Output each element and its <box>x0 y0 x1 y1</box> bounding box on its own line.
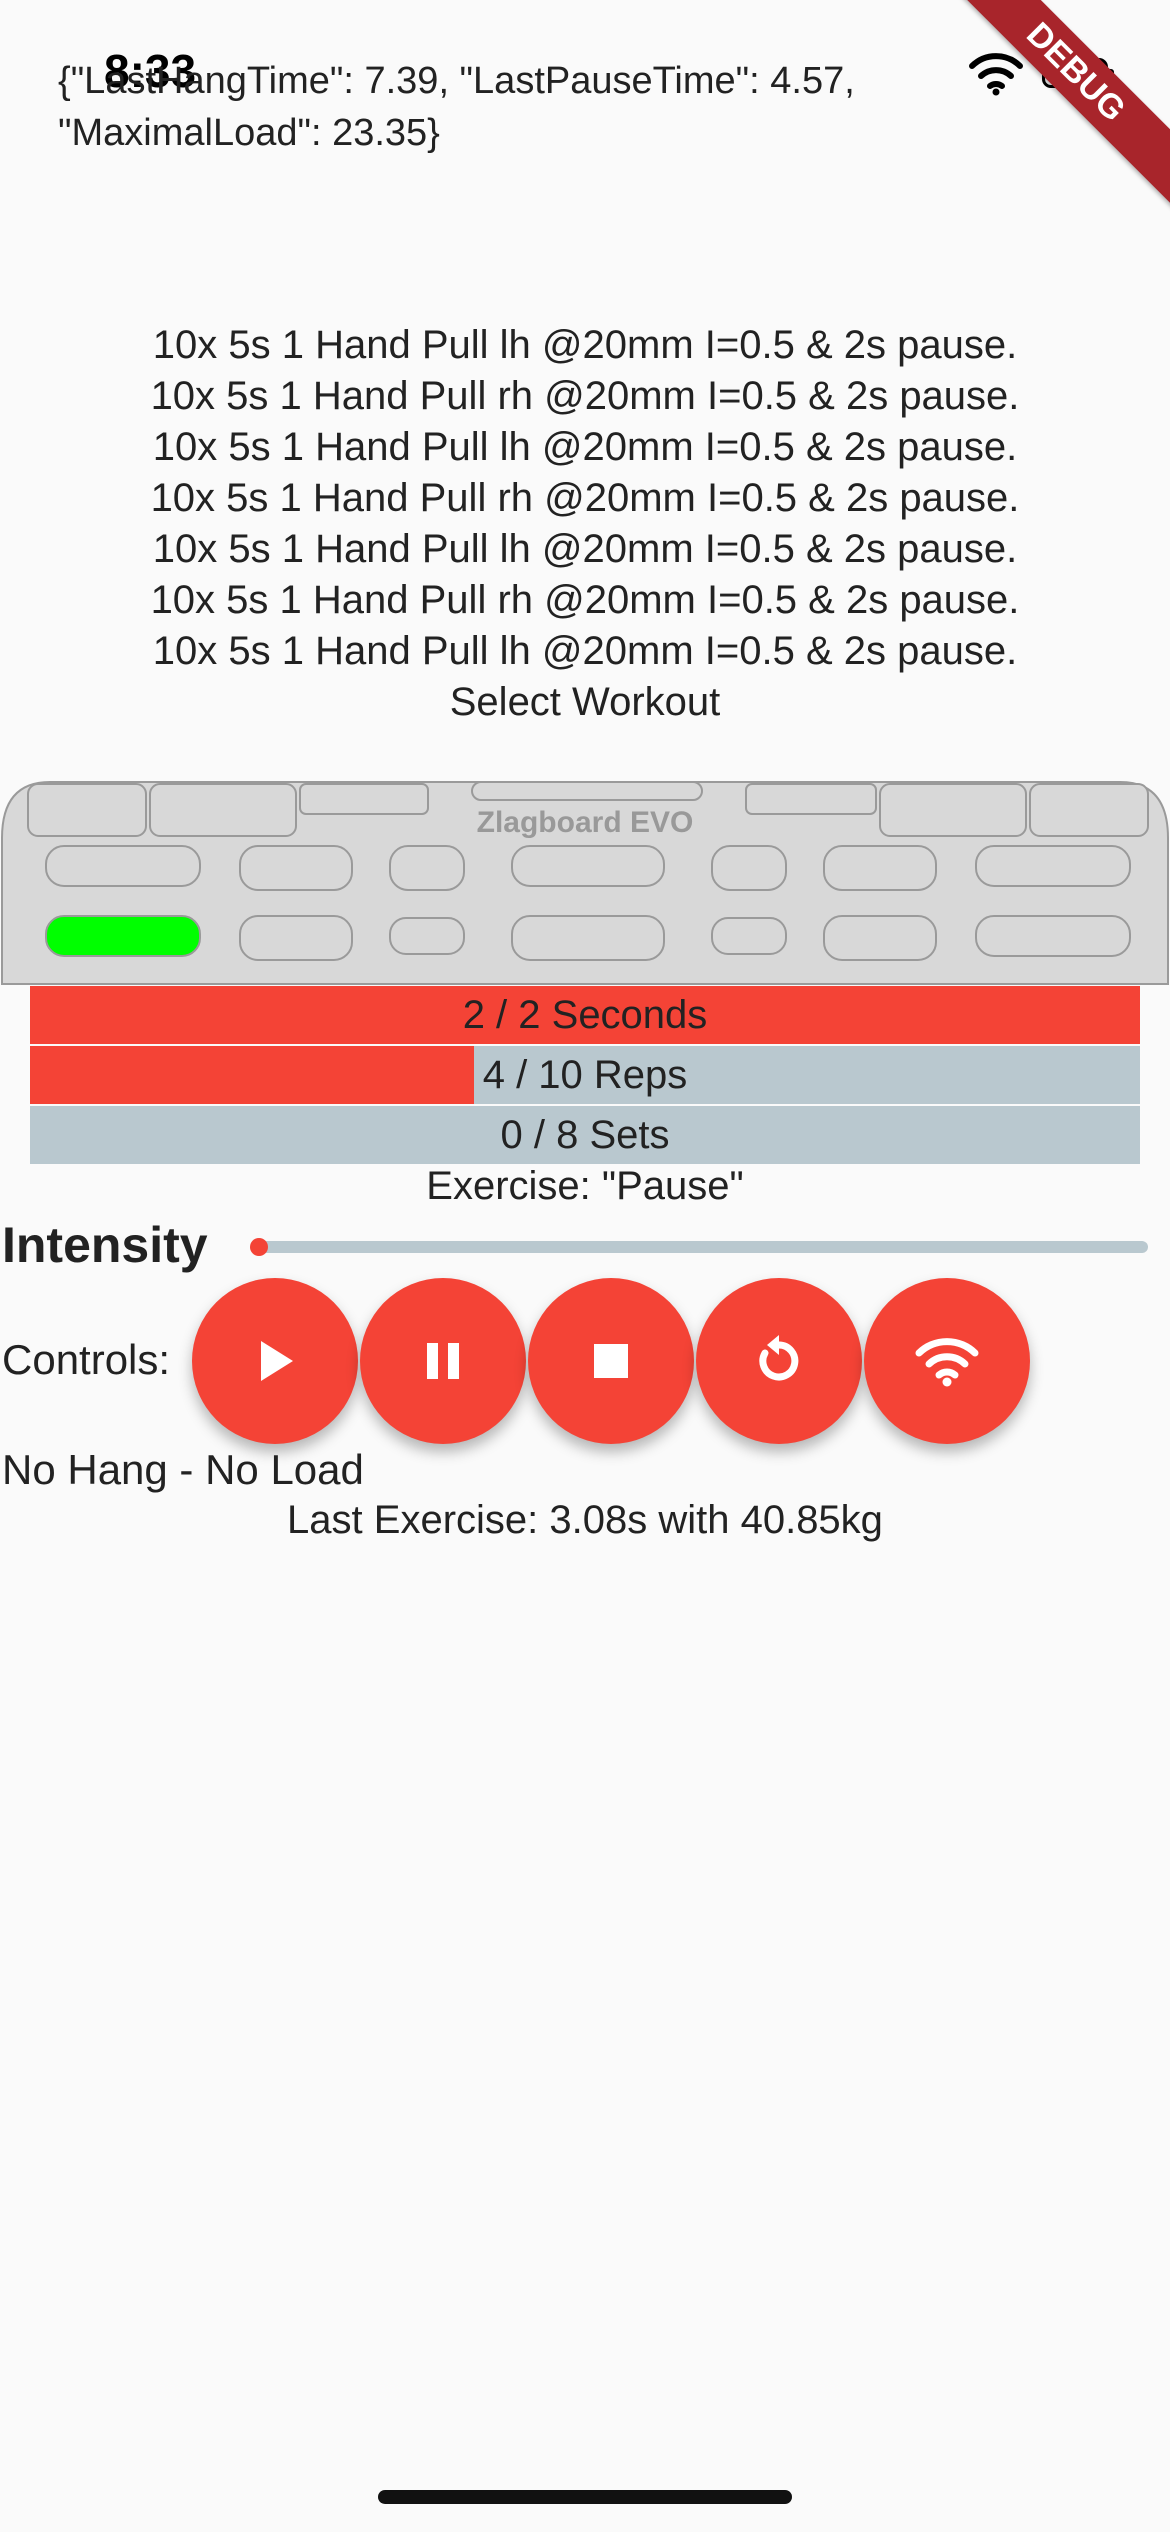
pause-button[interactable] <box>360 1278 526 1444</box>
seconds-progress-bar: 2 / 2 Seconds <box>30 986 1140 1044</box>
play-button[interactable] <box>192 1278 358 1444</box>
wifi-icon <box>915 1338 979 1387</box>
seconds-progress-label: 2 / 2 Seconds <box>462 993 708 1037</box>
workout-item[interactable]: 10x 5s 1 Hand Pull rh @20mm I=0.5 & 2s p… <box>0 473 1170 524</box>
home-indicator[interactable] <box>378 2490 792 2504</box>
stop-icon <box>594 1344 628 1378</box>
play-icon <box>261 1341 293 1381</box>
workout-item[interactable]: 10x 5s 1 Hand Pull lh @20mm I=0.5 & 2s p… <box>0 626 1170 677</box>
intensity-slider[interactable] <box>258 1241 1148 1253</box>
wifi-status-icon <box>969 53 1023 96</box>
active-hold <box>45 915 201 957</box>
exercise-label: Exercise: "Pause" <box>426 1164 744 1208</box>
reps-progress-bar: 4 / 10 Reps <box>30 1046 1140 1104</box>
select-workout-button[interactable]: Select Workout <box>0 677 1170 728</box>
intensity-slider-thumb[interactable] <box>250 1238 268 1256</box>
hang-status-text: No Hang - No Load <box>2 1446 364 1493</box>
stats-json-line1: {"LastHangTime": 7.39, "LastPauseTime": … <box>58 60 855 102</box>
hangboard-image: Zlagboard EVO <box>1 781 1169 985</box>
sets-progress-bar: 0 / 8 Sets <box>30 1106 1140 1164</box>
stats-json-line2: "MaximalLoad": 23.35} <box>58 112 440 154</box>
connect-button[interactable] <box>864 1278 1030 1444</box>
workout-item[interactable]: 10x 5s 1 Hand Pull rh @20mm I=0.5 & 2s p… <box>0 575 1170 626</box>
reset-icon <box>759 1335 799 1381</box>
reset-button[interactable] <box>696 1278 862 1444</box>
reps-progress-label: 4 / 10 Reps <box>482 1053 688 1097</box>
last-exercise-text: Last Exercise: 3.08s with 40.85kg <box>287 1498 883 1542</box>
debug-banner: DEBUG <box>930 0 1170 218</box>
board-name: Zlagboard EVO <box>477 806 694 839</box>
stop-button[interactable] <box>528 1278 694 1444</box>
intensity-label: Intensity <box>2 1217 208 1273</box>
workout-item[interactable]: 10x 5s 1 Hand Pull rh @20mm I=0.5 & 2s p… <box>0 371 1170 422</box>
controls-label: Controls: <box>2 1336 171 1383</box>
pause-icon <box>427 1343 459 1379</box>
workout-item[interactable]: 10x 5s 1 Hand Pull lh @20mm I=0.5 & 2s p… <box>0 320 1170 371</box>
workout-list: 10x 5s 1 Hand Pull lh @20mm I=0.5 & 2s p… <box>0 320 1170 728</box>
sets-progress-label: 0 / 8 Sets <box>500 1113 670 1157</box>
workout-item[interactable]: 10x 5s 1 Hand Pull lh @20mm I=0.5 & 2s p… <box>0 524 1170 575</box>
workout-item[interactable]: 10x 5s 1 Hand Pull lh @20mm I=0.5 & 2s p… <box>0 422 1170 473</box>
